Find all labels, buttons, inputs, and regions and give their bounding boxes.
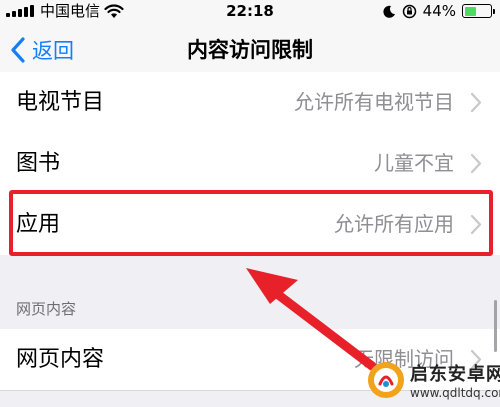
- watermark-name: 启东安卓网: [410, 364, 500, 385]
- watermark: 启东安卓网 www.qdltdq.com: [366, 360, 500, 400]
- watermark-url: www.qdltdq.com: [410, 386, 500, 400]
- annotation-arrow-icon: [246, 268, 377, 371]
- watermark-text: 启东安卓网 www.qdltdq.com: [410, 360, 500, 400]
- watermark-logo-icon: [368, 362, 404, 398]
